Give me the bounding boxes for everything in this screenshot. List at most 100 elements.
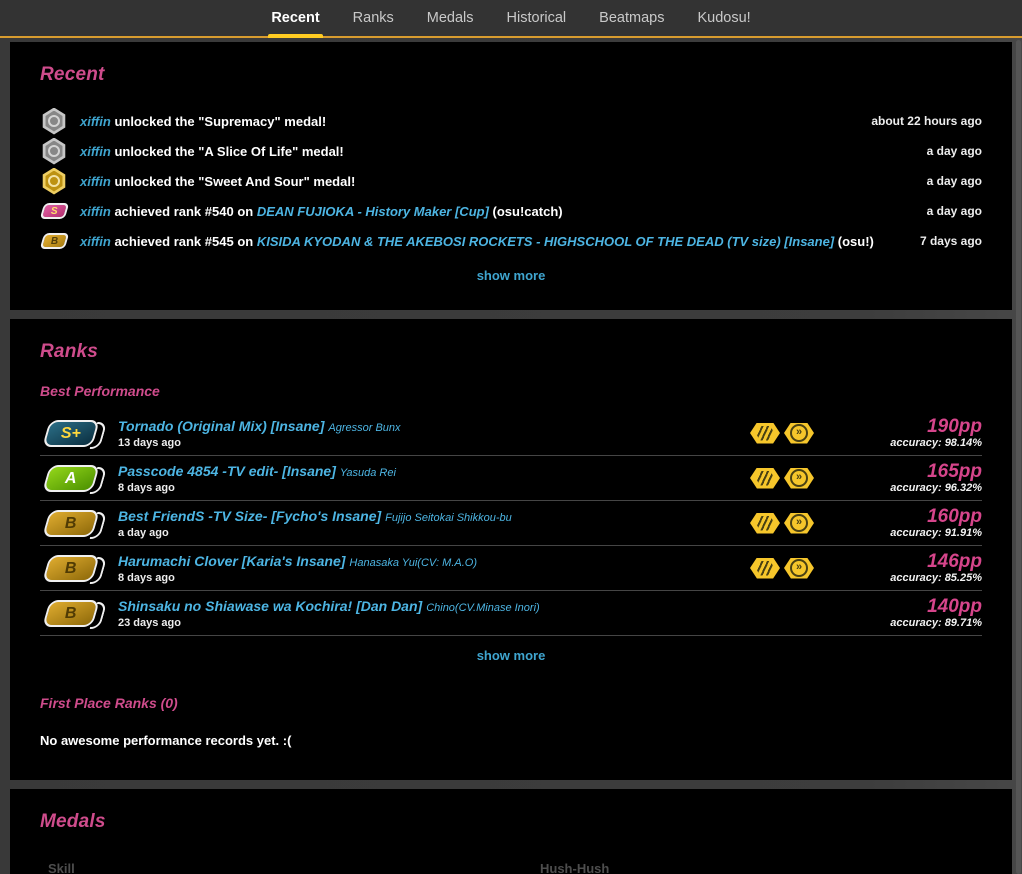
- tab-label: Recent: [271, 10, 319, 26]
- user-link[interactable]: xiffin: [80, 204, 111, 219]
- event-timestamp: a day ago: [927, 144, 982, 158]
- best-performance-heading: Best Performance: [40, 383, 982, 399]
- event-icon-wrap: [40, 138, 68, 165]
- mod-hidden-icon: [750, 558, 780, 579]
- score-accuracy: accuracy: 89.71%: [814, 617, 982, 629]
- event-timestamp: a day ago: [927, 204, 982, 218]
- event-icon-wrap: S: [40, 203, 68, 219]
- grade-badge: S+: [42, 420, 100, 447]
- score-timestamp: 13 days ago: [118, 437, 401, 449]
- medal-group-label: Hush-Hush: [540, 861, 982, 874]
- grade-letter: B: [65, 559, 77, 577]
- event-text-plain: unlocked the ": [111, 144, 205, 159]
- user-link[interactable]: xiffin: [80, 234, 111, 249]
- beatmap-title-link[interactable]: Best FriendS -TV Size- [Fycho's Insane]: [118, 508, 381, 524]
- score-pp-block: 140ppaccuracy: 89.71%: [814, 597, 982, 629]
- score-pp-block: 190ppaccuracy: 98.14%: [814, 417, 982, 449]
- score-row[interactable]: B Best FriendS -TV Size- [Fycho's Insane]…: [40, 501, 982, 546]
- recent-section-title: Recent: [40, 64, 982, 86]
- nav-tab-recent[interactable]: Recent: [268, 0, 322, 36]
- nav-tab-historical[interactable]: Historical: [504, 0, 570, 36]
- event-text-plain: achieved rank: [111, 204, 205, 219]
- event-text: xiffin achieved rank #540 on DEAN FUJIOK…: [80, 204, 563, 219]
- grade-badge: B: [42, 510, 100, 537]
- score-title-line: Harumachi Clover [Karia's Insane]Hanasak…: [118, 553, 477, 571]
- tab-label: Medals: [427, 10, 474, 26]
- grade-letter: B: [65, 514, 77, 532]
- event-icon-wrap: [40, 108, 68, 135]
- tab-label: Ranks: [353, 10, 394, 26]
- recent-event-row: Bxiffin achieved rank #545 on KISIDA KYO…: [40, 226, 982, 256]
- event-text-plain: unlocked the ": [111, 174, 205, 189]
- medal-group-label: Skill: [48, 861, 540, 874]
- event-text-bold: (osu!): [834, 234, 874, 249]
- page-scrollbar[interactable]: [1016, 40, 1021, 874]
- score-row[interactable]: A Passcode 4854 -TV edit- [Insane]Yasuda …: [40, 456, 982, 501]
- event-text-plain: achieved rank: [111, 234, 205, 249]
- score-accuracy: accuracy: 98.14%: [814, 437, 982, 449]
- first-place-empty-message: No awesome performance records yet. :(: [40, 733, 982, 748]
- score-accuracy: accuracy: 91.91%: [814, 527, 982, 539]
- score-pp-block: 165ppaccuracy: 96.32%: [814, 462, 982, 494]
- tab-label: Historical: [507, 10, 567, 26]
- profile-nav-bar: Recent Ranks Medals Historical Beatmaps Kudos…: [0, 0, 1022, 38]
- score-mods: [750, 468, 814, 489]
- beatmap-title-link[interactable]: Tornado (Original Mix) [Insane]: [118, 418, 324, 434]
- best-performance-list: S+ Tornado (Original Mix) [Insane]Agresso…: [40, 411, 982, 636]
- nav-tab-beatmaps[interactable]: Beatmaps: [596, 0, 667, 36]
- event-text-plain: on: [234, 204, 257, 219]
- score-timestamp: 23 days ago: [118, 617, 540, 629]
- score-pp-value: 190pp: [814, 417, 982, 437]
- score-pp-value: 165pp: [814, 462, 982, 482]
- medal-icon: [42, 168, 66, 195]
- score-title-line: Passcode 4854 -TV edit- [Insane]Yasuda R…: [118, 463, 396, 481]
- score-timestamp: a day ago: [118, 527, 512, 539]
- mod-doubletime-icon: [784, 468, 814, 489]
- user-link[interactable]: xiffin: [80, 174, 111, 189]
- event-text-plain: " medal!: [275, 114, 327, 129]
- recent-events: xiffin unlocked the "Supremacy" medal!ab…: [40, 106, 982, 256]
- mod-doubletime-icon: [784, 513, 814, 534]
- score-timestamp: 8 days ago: [118, 482, 396, 494]
- score-timestamp: 8 days ago: [118, 572, 477, 584]
- event-text: xiffin unlocked the "A Slice Of Life" me…: [80, 144, 344, 159]
- nav-tab-ranks[interactable]: Ranks: [350, 0, 397, 36]
- score-info: Tornado (Original Mix) [Insane]Agressor …: [118, 418, 401, 449]
- beatmap-title-link[interactable]: Shinsaku no Shiawase wa Kochira! [Dan Da…: [118, 598, 422, 614]
- mod-hidden-icon: [750, 513, 780, 534]
- user-link[interactable]: xiffin: [80, 114, 111, 129]
- beatmap-title-link[interactable]: Harumachi Clover [Karia's Insane]: [118, 553, 345, 569]
- grade-letter: S+: [61, 424, 81, 442]
- score-row[interactable]: S+ Tornado (Original Mix) [Insane]Agresso…: [40, 411, 982, 456]
- grade-badge-icon: B: [39, 233, 69, 249]
- recent-event-row: xiffin unlocked the "Supremacy" medal!ab…: [40, 106, 982, 136]
- recent-event-row: Sxiffin achieved rank #540 on DEAN FUJIO…: [40, 196, 982, 226]
- score-title-line: Shinsaku no Shiawase wa Kochira! [Dan Da…: [118, 598, 540, 616]
- nav-tab-kudosu[interactable]: Kudosu!: [694, 0, 753, 36]
- grade-badge: B: [42, 555, 100, 582]
- score-mods: [750, 558, 814, 579]
- score-pp-value: 160pp: [814, 507, 982, 527]
- beatmap-artist: Fujijo Seitokai Shikkou-bu: [385, 512, 512, 524]
- grade-letter: A: [65, 469, 77, 487]
- score-row[interactable]: BShinsaku no Shiawase wa Kochira! [Dan D…: [40, 591, 982, 636]
- user-link[interactable]: xiffin: [80, 144, 111, 159]
- score-row[interactable]: B Harumachi Clover [Karia's Insane]Hanasa…: [40, 546, 982, 591]
- beatmap-title-link[interactable]: Passcode 4854 -TV edit- [Insane]: [118, 463, 336, 479]
- recent-show-more-link[interactable]: show more: [40, 268, 982, 283]
- score-mods: [750, 513, 814, 534]
- nav-tab-medals[interactable]: Medals: [424, 0, 477, 36]
- mod-doubletime-icon: [784, 423, 814, 444]
- medal-groups: SkillHush-Hush: [40, 861, 982, 874]
- beatmap-link[interactable]: DEAN FUJIOKA - History Maker [Cup]: [257, 204, 489, 219]
- event-timestamp: 7 days ago: [920, 234, 982, 248]
- ranks-section-title: Ranks: [40, 341, 982, 363]
- ranks-show-more-link[interactable]: show more: [40, 648, 982, 663]
- grade-letter: S: [51, 206, 58, 217]
- event-text-bold: (osu!catch): [489, 204, 563, 219]
- grade-letter: B: [50, 236, 57, 247]
- event-icon-wrap: B: [40, 233, 68, 249]
- beatmap-link[interactable]: KISIDA KYODAN & THE AKEBOSI ROCKETS - HI…: [257, 234, 834, 249]
- event-text: xiffin unlocked the "Supremacy" medal!: [80, 114, 326, 129]
- mod-doubletime-icon: [784, 558, 814, 579]
